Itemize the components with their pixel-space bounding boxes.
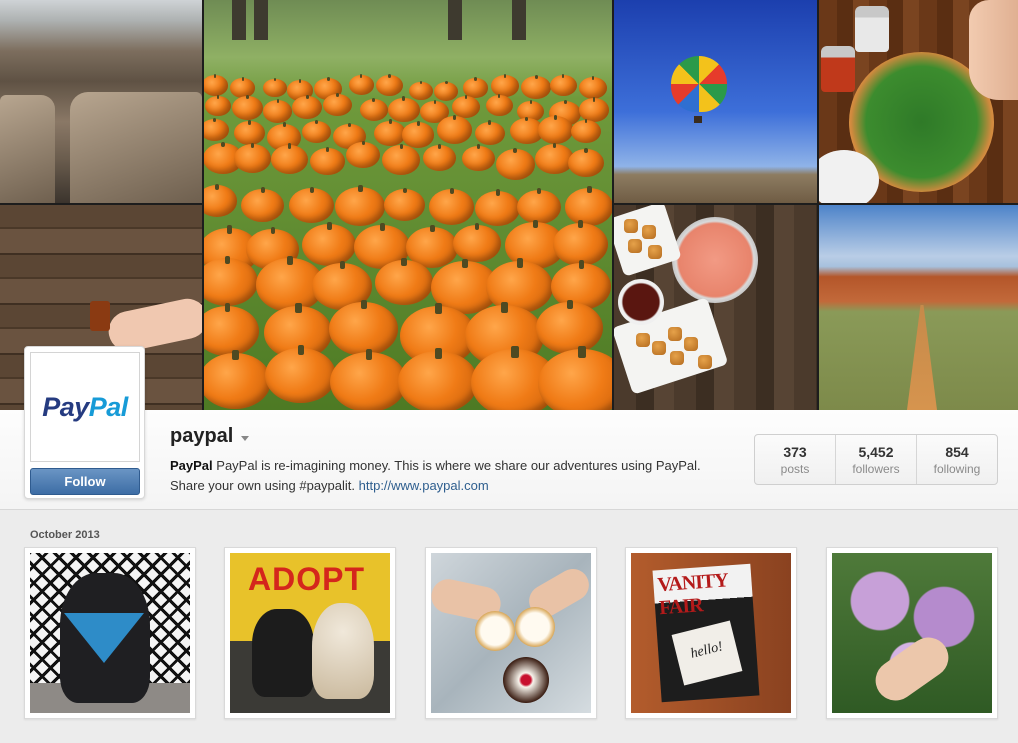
website-link[interactable]: http://www.paypal.com xyxy=(359,478,489,493)
avatar[interactable]: PayPal xyxy=(30,352,140,462)
follow-button[interactable]: Follow xyxy=(30,468,140,495)
cover-mosaic xyxy=(0,0,1018,410)
month-label: October 2013 xyxy=(30,529,100,541)
hot-air-balloon xyxy=(671,56,727,112)
caret-down-icon[interactable] xyxy=(241,435,250,441)
photo-adopt: ADOPT xyxy=(230,553,390,713)
username: paypal xyxy=(170,425,234,447)
feed-photo-5[interactable] xyxy=(826,547,998,719)
cover-photo-pizza[interactable] xyxy=(819,0,1018,203)
cover-photo-canyon[interactable] xyxy=(0,0,202,203)
feed-photo-3[interactable] xyxy=(425,547,597,719)
photo-bulldog xyxy=(30,553,190,713)
cover-photo-desert-road[interactable] xyxy=(819,205,1018,410)
magazine-title: VANITY FAIR xyxy=(656,569,728,620)
cover-photo-pumpkins[interactable] xyxy=(204,0,612,410)
stats-box: 373 posts 5,452 followers 854 following xyxy=(754,434,998,485)
cover-photo-balloon[interactable] xyxy=(614,0,817,203)
feed-photo-2[interactable]: ADOPT xyxy=(224,547,396,719)
stat-following[interactable]: 854 following xyxy=(917,435,997,484)
username-row: paypal xyxy=(170,425,250,448)
stat-followers[interactable]: 5,452 followers xyxy=(836,435,917,484)
photo-vanity-fair: VANITY FAIR hello! xyxy=(631,553,791,713)
adopt-sign: ADOPT xyxy=(248,561,365,597)
photo-cupcakes xyxy=(431,553,591,713)
cover-photo-tater-tots[interactable] xyxy=(614,205,817,410)
stat-posts[interactable]: 373 posts xyxy=(755,435,836,484)
avatar-card: PayPal Follow xyxy=(24,346,145,499)
paypal-logo: PayPal xyxy=(42,391,128,422)
feed-photo-4[interactable]: VANITY FAIR hello! xyxy=(625,547,797,719)
photo-lilacs xyxy=(832,553,992,713)
card-text: hello! xyxy=(689,639,725,662)
bio: PayPal PayPal is re-imagining money. Thi… xyxy=(170,456,710,496)
display-name: PayPal xyxy=(170,458,213,473)
feed-photo-1[interactable] xyxy=(24,547,196,719)
